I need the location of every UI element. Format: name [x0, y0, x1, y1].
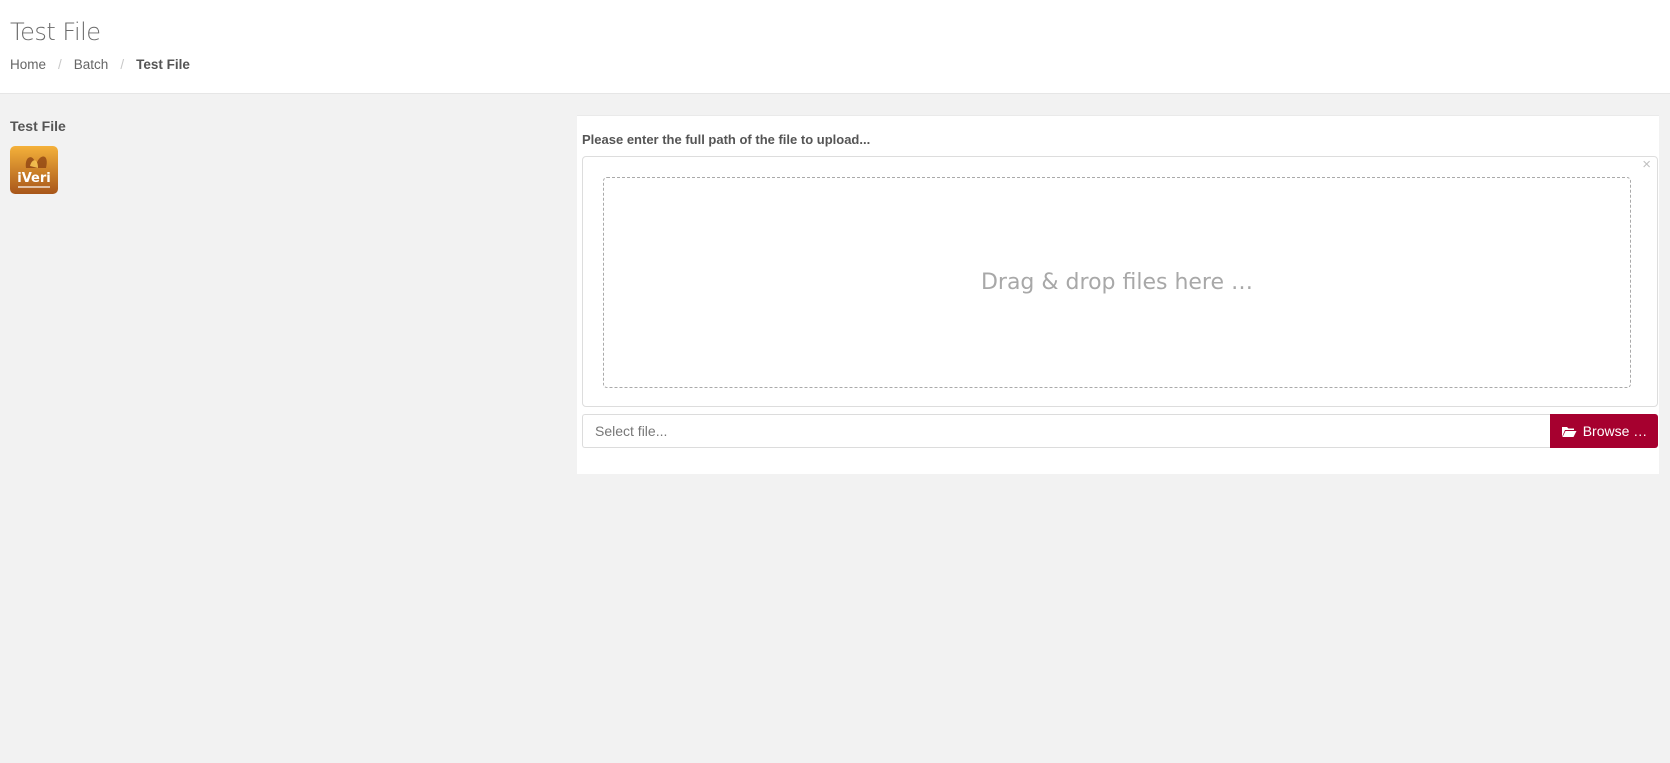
breadcrumb-separator: / [120, 57, 125, 72]
file-path-input[interactable] [582, 414, 1550, 448]
iveri-logo-icon: iVeri [10, 146, 58, 194]
upload-panel: Please enter the full path of the file t… [577, 115, 1659, 474]
file-input-group: Browse … [582, 414, 1658, 448]
close-icon[interactable]: × [1642, 157, 1651, 173]
upload-label: Please enter the full path of the file t… [582, 132, 871, 147]
breadcrumb-home-link[interactable]: Home [10, 57, 46, 72]
page-title: Test File [10, 18, 101, 46]
folder-open-icon [1561, 425, 1577, 437]
logo-text: iVeri [17, 171, 51, 186]
drop-zone[interactable]: Drag & drop files here … [603, 177, 1631, 388]
browse-button[interactable]: Browse … [1550, 414, 1658, 448]
breadcrumb-current: Test File [136, 57, 190, 72]
browse-button-label: Browse … [1582, 423, 1648, 439]
breadcrumb: Home / Batch / Test File [10, 57, 190, 72]
page-header: Test File Home / Batch / Test File [0, 0, 1670, 94]
breadcrumb-batch-link[interactable]: Batch [74, 57, 109, 72]
sidebar-title: Test File [10, 118, 66, 134]
file-preview-area: × Drag & drop files here … [582, 156, 1658, 407]
breadcrumb-separator: / [58, 57, 62, 72]
drop-zone-text: Drag & drop files here … [980, 270, 1254, 295]
